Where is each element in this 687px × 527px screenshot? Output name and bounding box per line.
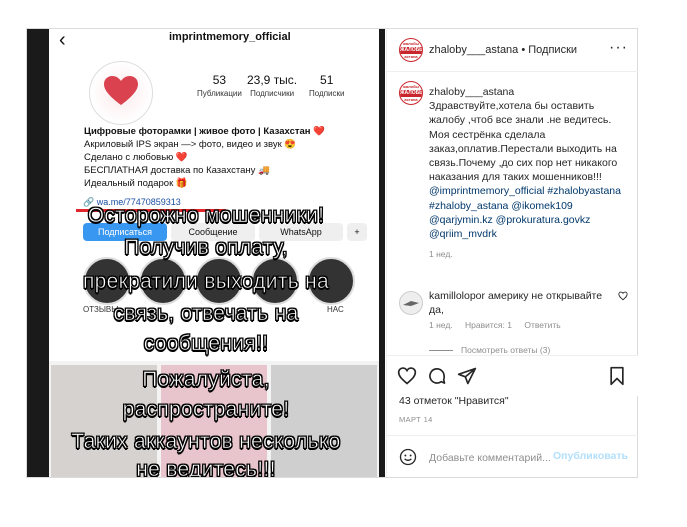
logo-text-bottom: астана [404,97,418,102]
comment-icon[interactable] [427,366,447,386]
reply-button[interactable]: Ответить [524,320,560,330]
view-replies[interactable]: Посмотреть ответы (3) [429,345,550,355]
following-label: Подписки [309,89,345,98]
overlay-text: Таких аккаунтов несколько [71,430,341,454]
profile-topbar: ‹ imprintmemory_official [49,29,379,51]
bio-line: Сделано с любовью ❤️ [84,152,188,163]
followers-count: 23,9 тыс. [247,73,298,87]
caption: zhaloby___astana Здравствуйте,хотела бы … [429,85,629,261]
bio-line: Идеальный подарок 🎁 [84,178,188,189]
post-card: ‹ imprintmemory_official 53 Публикации 2… [26,28,638,478]
comment-time: 1 нед. [429,320,453,330]
comment-avatar[interactable] [399,291,423,315]
overlay-text: сообщения!! [143,332,269,356]
comment-input[interactable] [427,447,561,469]
profile-avatar [89,61,153,125]
post-details-pane: жалобы ЖАЛОБЫ астана zhaloby___astana • … [386,29,638,477]
following-count: 51 [320,73,334,87]
comment-meta: 1 нед. Нравится: 1 Ответить [429,320,571,330]
likes-count[interactable]: 43 отметок "Нравится" [399,395,509,407]
overlay-text: распространите! [122,398,290,422]
bio-line: Цифровые фоторамки | живое фото | Казахс… [84,126,326,137]
profile-username: imprintmemory_official [169,31,291,43]
publish-button[interactable]: Опубликовать [553,450,628,462]
overlay-text: Пожалуйста, [142,368,270,392]
posts-stat: 53 Публикации [197,73,242,99]
overlay-text: прекратили выходить на [83,270,329,294]
comment: kamillolopor америку не открывайте да, [429,289,609,317]
more-icon[interactable]: ··· [609,39,628,57]
following-stat: 51 Подписки [309,73,344,99]
post-media[interactable]: ‹ imprintmemory_official 53 Публикации 2… [27,29,385,477]
comment-like-icon[interactable] [618,291,628,301]
followers-label: Подписчики [250,89,295,98]
share-icon[interactable] [457,366,477,386]
comment-likes[interactable]: Нравится: 1 [465,320,512,330]
caption-username[interactable]: zhaloby___astana [429,85,629,99]
overlay-text: связь, отвечать на [113,302,299,326]
bio-line: БЕСПЛАТНАЯ доставка по Казахстану 🚚 [84,165,270,176]
overlay-text: не ведитесь!!! [136,458,276,477]
posts-count: 53 [212,73,227,87]
logo-text-top: жалобы [403,41,419,46]
caption-avatar[interactable]: жалобы ЖАЛОБЫ астана [399,81,423,105]
caption-text: Здравствуйте,хотела бы оставить жалобу ,… [429,100,618,184]
action-bar [387,355,638,396]
logo-text-main: ЖАЛОБЫ [400,47,423,54]
profile-bio: Цифровые фоторамки | живое фото | Казахс… [84,125,325,190]
post-date: МАРТ 14 [399,415,433,424]
bookmark-icon[interactable] [607,366,627,386]
logo-text-bottom: астана [404,54,418,59]
header-title: zhaloby___astana • Подписки [429,44,577,56]
logo-text-main: ЖАЛОБЫ [400,90,423,97]
overlay-text: Получив оплату, [124,236,288,260]
posts-label: Публикации [197,89,242,98]
add-comment-bar: Опубликовать [387,435,638,478]
caption-tags[interactable]: @imprintmemory_official #zhalobyastana #… [429,184,629,241]
author-avatar[interactable]: жалобы ЖАЛОБЫ астана [399,38,423,62]
header-separator: • [518,44,529,56]
heart-logo-icon [104,76,138,105]
back-arrow-icon: ‹ [59,29,66,51]
emoji-icon[interactable] [399,448,417,466]
comment-username[interactable]: kamillolopor [429,290,485,302]
header-follow-link[interactable]: Подписки [528,44,577,56]
logo-text-top: жалобы [403,84,419,89]
bio-line: Акриловый IPS экран —> фото, видео и зву… [84,139,297,150]
like-icon[interactable] [397,366,417,386]
header-username[interactable]: zhaloby___astana [429,44,518,56]
followers-stat: 23,9 тыс. Подписчики [247,73,297,99]
overlay-text: Осторожно мошенники! [87,204,325,228]
post-header: жалобы ЖАЛОБЫ астана zhaloby___astana • … [387,29,638,72]
caption-time: 1 нед. [429,249,453,260]
